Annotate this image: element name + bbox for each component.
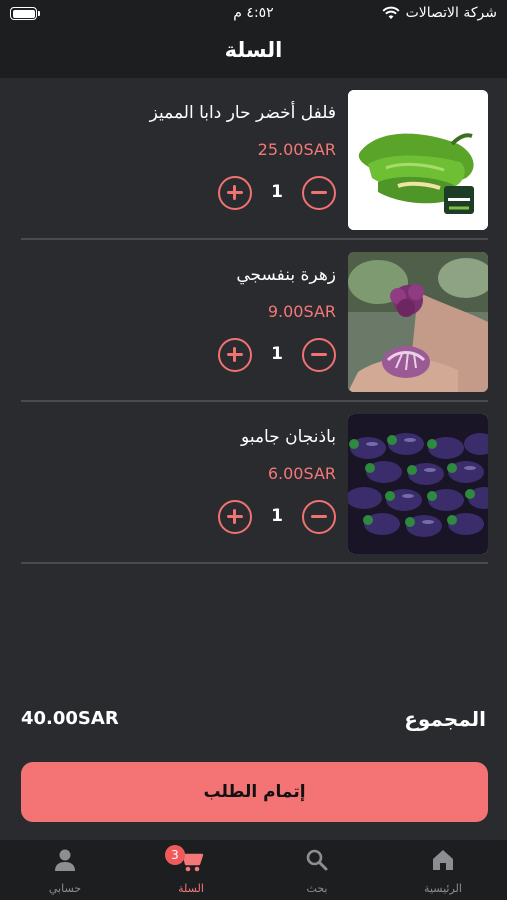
status-carrier: شركة الاتصالات <box>382 5 497 21</box>
total-value: 40.00SAR <box>21 708 119 729</box>
product-name: زهرة بنفسجي <box>236 265 336 285</box>
quantity-stepper: 1 <box>218 176 336 210</box>
product-image-eggplants[interactable] <box>348 414 488 554</box>
search-icon <box>306 849 328 871</box>
tab-cart-label: السلة <box>178 882 204 895</box>
cart-count-badge: 3 <box>165 845 185 865</box>
total-label: المجموع <box>404 707 486 731</box>
product-name: باذنجان جامبو <box>241 427 336 447</box>
increase-quantity-button[interactable] <box>218 500 252 534</box>
tab-cart[interactable]: 3 السلة <box>128 840 254 900</box>
checkout-button[interactable]: إتمام الطلب <box>21 762 488 822</box>
status-bar: ٤:٥٢ م شركة الاتصالات <box>0 0 507 28</box>
decrease-quantity-button[interactable] <box>302 338 336 372</box>
product-image-purple-cauliflower[interactable] <box>348 252 488 392</box>
quantity-value: 1 <box>271 506 283 526</box>
tab-search-label: بحث <box>306 882 328 895</box>
quantity-value: 1 <box>271 344 283 364</box>
wifi-icon <box>382 6 400 19</box>
increase-quantity-button[interactable] <box>218 176 252 210</box>
carrier-name: شركة الاتصالات <box>405 5 497 21</box>
cart-item: زهرة بنفسجي 9.00SAR 1 <box>21 240 488 402</box>
checkout-label: إتمام الطلب <box>203 782 306 802</box>
quantity-stepper: 1 <box>218 338 336 372</box>
tab-account-label: حسابي <box>48 882 82 895</box>
decrease-quantity-button[interactable] <box>302 500 336 534</box>
tab-home[interactable]: الرئيسية <box>380 840 506 900</box>
decrease-quantity-button[interactable] <box>302 176 336 210</box>
cart-item: باذنجان جامبو 6.00SAR 1 <box>21 402 488 564</box>
quantity-stepper: 1 <box>218 500 336 534</box>
tab-search[interactable]: بحث <box>254 840 380 900</box>
quantity-value: 1 <box>271 182 283 202</box>
product-image-green-peppers[interactable] <box>348 90 488 230</box>
page-title: السلة <box>224 38 283 62</box>
home-icon <box>433 850 453 870</box>
tab-bar: حسابي 3 السلة بحث الرئيسية <box>0 840 507 900</box>
product-price: 6.00SAR <box>267 464 336 483</box>
header: السلة <box>0 28 507 78</box>
tab-home-label: الرئيسية <box>424 882 462 895</box>
increase-quantity-button[interactable] <box>218 338 252 372</box>
product-price: 25.00SAR <box>257 140 336 159</box>
product-name: فلفل أخضر حار دابا المميز <box>149 103 336 123</box>
tab-account[interactable]: حسابي <box>2 840 128 900</box>
user-icon <box>55 849 75 871</box>
cart-item: فلفل أخضر حار دابا المميز 25.00SAR 1 <box>21 78 488 240</box>
product-price: 9.00SAR <box>267 302 336 321</box>
